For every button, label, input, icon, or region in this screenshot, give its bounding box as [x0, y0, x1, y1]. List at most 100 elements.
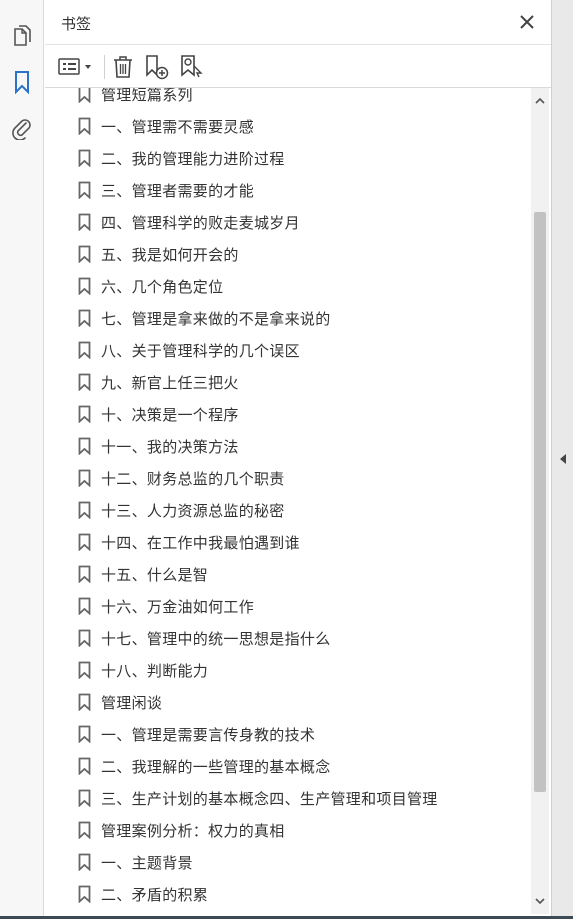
bookmark-item[interactable]: 七、管理是拿来做的不是拿来说的	[45, 302, 531, 334]
bookmarks-toolbar	[45, 44, 551, 88]
collapse-panel-button[interactable]	[557, 450, 569, 468]
bookmark-label: 三、生产计划的基本概念四、生产管理和项目管理	[101, 789, 438, 808]
bookmark-item[interactable]: 二、我理解的一些管理的基本概念	[45, 750, 531, 782]
bookmark-item[interactable]: 十八、判断能力	[45, 654, 531, 686]
bookmark-label: 一、管理需不需要灵感	[101, 117, 255, 136]
scroll-up-button[interactable]	[531, 92, 549, 110]
attachments-button[interactable]	[8, 114, 36, 142]
bookmark-icon	[78, 373, 91, 391]
bookmark-item[interactable]: 十二、财务总监的几个职责	[45, 462, 531, 494]
bookmark-label: 十三、人力资源总监的秘密	[101, 501, 285, 520]
bookmark-item[interactable]: 十三、人力资源总监的秘密	[45, 494, 531, 526]
bookmark-item[interactable]: 管理闲谈	[45, 686, 531, 718]
bookmark-item[interactable]: 一、主题背景	[45, 846, 531, 878]
bookmark-item[interactable]: 一、管理是需要言传身教的技术	[45, 718, 531, 750]
toolbar-separator	[104, 55, 105, 79]
vertical-scrollbar[interactable]	[531, 88, 549, 914]
bookmark-label: 十七、管理中的统一思想是指什么	[101, 629, 331, 648]
bookmark-label: 十八、判断能力	[101, 661, 209, 680]
bookmark-icon	[78, 533, 91, 551]
bookmark-label: 七、管理是拿来做的不是拿来说的	[101, 309, 331, 328]
pages-icon	[14, 25, 31, 46]
bookmark-icon	[78, 469, 91, 487]
pages-button[interactable]	[8, 22, 36, 50]
bookmark-label: 四、管理科学的败走麦城岁月	[101, 213, 300, 232]
bookmark-item[interactable]: 四、管理科学的败走麦城岁月	[45, 206, 531, 238]
scroll-down-button[interactable]	[531, 892, 549, 910]
bookmark-icon	[78, 725, 91, 743]
bookmark-icon	[78, 181, 91, 199]
bookmark-item[interactable]: 十四、在工作中我最怕遇到谁	[45, 526, 531, 558]
bookmark-label: 二、我的管理能力进阶过程	[101, 149, 285, 168]
bookmark-item[interactable]: 三、生产计划的基本概念四、生产管理和项目管理	[45, 782, 531, 814]
bookmark-icon	[78, 88, 91, 103]
bookmark-label: 十六、万金油如何工作	[101, 597, 255, 616]
bookmark-icon	[78, 117, 91, 135]
bookmarks-panel: 书签 管理短篇系列 一、管理需不需要灵感 二、我的管理能力进阶过程 三、管理者需…	[45, 0, 551, 919]
trash-icon	[114, 56, 132, 78]
bookmark-label: 一、主题背景	[101, 853, 193, 872]
bookmark-icon	[78, 309, 91, 327]
paperclip-icon	[12, 119, 31, 140]
bookmark-icon	[78, 149, 91, 167]
bookmark-item[interactable]: 管理短篇系列	[45, 88, 531, 110]
bookmark-icon	[78, 693, 91, 711]
navigation-rail	[0, 0, 44, 919]
triangle-left-icon	[560, 454, 566, 464]
panel-title: 书签	[61, 15, 92, 33]
bookmark-icon	[78, 245, 91, 263]
panel-splitter[interactable]	[551, 0, 573, 919]
bookmark-label: 六、几个角色定位	[101, 277, 224, 296]
bookmark-icon	[78, 565, 91, 583]
bookmark-label: 二、矛盾的积累	[101, 885, 209, 904]
bookmark-item[interactable]: 二、矛盾的积累	[45, 878, 531, 910]
bookmark-label: 五、我是如何开会的	[101, 245, 239, 264]
bookmark-item[interactable]: 五、我是如何开会的	[45, 238, 531, 270]
bookmark-item[interactable]: 九、新官上任三把火	[45, 366, 531, 398]
bookmark-icon	[78, 821, 91, 839]
bookmark-item[interactable]: 十一、我的决策方法	[45, 430, 531, 462]
bookmark-label: 管理短篇系列	[101, 88, 193, 104]
bookmark-item[interactable]: 三、管理者需要的才能	[45, 174, 531, 206]
bookmark-icon	[78, 789, 91, 807]
find-bookmark-button[interactable]	[179, 53, 205, 81]
bookmark-icon	[78, 757, 91, 775]
chevron-up-icon	[535, 97, 545, 104]
bookmark-label: 一、管理是需要言传身教的技术	[101, 725, 316, 744]
close-icon	[520, 15, 534, 29]
bookmark-icon	[78, 853, 91, 871]
bookmark-label: 管理闲谈	[101, 693, 163, 712]
close-panel-button[interactable]	[517, 12, 537, 32]
bookmark-label: 十四、在工作中我最怕遇到谁	[101, 533, 300, 552]
bookmark-item[interactable]: 十五、什么是智	[45, 558, 531, 590]
bookmark-icon	[78, 501, 91, 519]
bookmark-icon	[78, 213, 91, 231]
delete-bookmark-button[interactable]	[111, 53, 135, 81]
bookmark-item[interactable]: 十、决策是一个程序	[45, 398, 531, 430]
new-bookmark-button[interactable]	[144, 53, 170, 81]
bookmark-item[interactable]: 十六、万金油如何工作	[45, 590, 531, 622]
bookmark-list-viewport: 管理短篇系列一、管理需不需要灵感二、我的管理能力进阶过程 三、管理者需要的才能四、…	[45, 88, 551, 919]
bookmark-item[interactable]: 八、关于管理科学的几个误区	[45, 334, 531, 366]
bookmark-icon	[78, 661, 91, 679]
bookmark-label: 管理案例分析：权力的真相	[101, 821, 285, 840]
bookmark-label: 十五、什么是智	[101, 565, 209, 584]
bookmark-icon	[78, 597, 91, 615]
bookmark-item[interactable]: 六、几个角色定位	[45, 270, 531, 302]
bookmark-item[interactable]: 一、管理需不需要灵感	[45, 110, 531, 142]
bookmark-label: 十、决策是一个程序	[101, 405, 239, 424]
new-bookmark-icon	[146, 55, 169, 80]
options-button[interactable]	[57, 53, 97, 81]
scroll-thumb[interactable]	[534, 212, 546, 792]
chevron-down-icon	[535, 898, 545, 905]
bookmark-item[interactable]: 十七、管理中的统一思想是指什么	[45, 622, 531, 654]
bookmarks-button[interactable]	[8, 68, 36, 96]
options-list-icon	[58, 58, 91, 75]
bookmark-list: 管理短篇系列一、管理需不需要灵感二、我的管理能力进阶过程 三、管理者需要的才能四、…	[45, 88, 531, 910]
bookmark-item[interactable]: 管理案例分析：权力的真相	[45, 814, 531, 846]
bookmark-item[interactable]: 二、我的管理能力进阶过程	[45, 142, 531, 174]
bookmark-icon	[78, 277, 91, 295]
bookmark-label: 三、管理者需要的才能	[101, 181, 255, 200]
bookmark-icon	[78, 885, 91, 903]
bookmark-label: 八、关于管理科学的几个误区	[101, 341, 300, 360]
